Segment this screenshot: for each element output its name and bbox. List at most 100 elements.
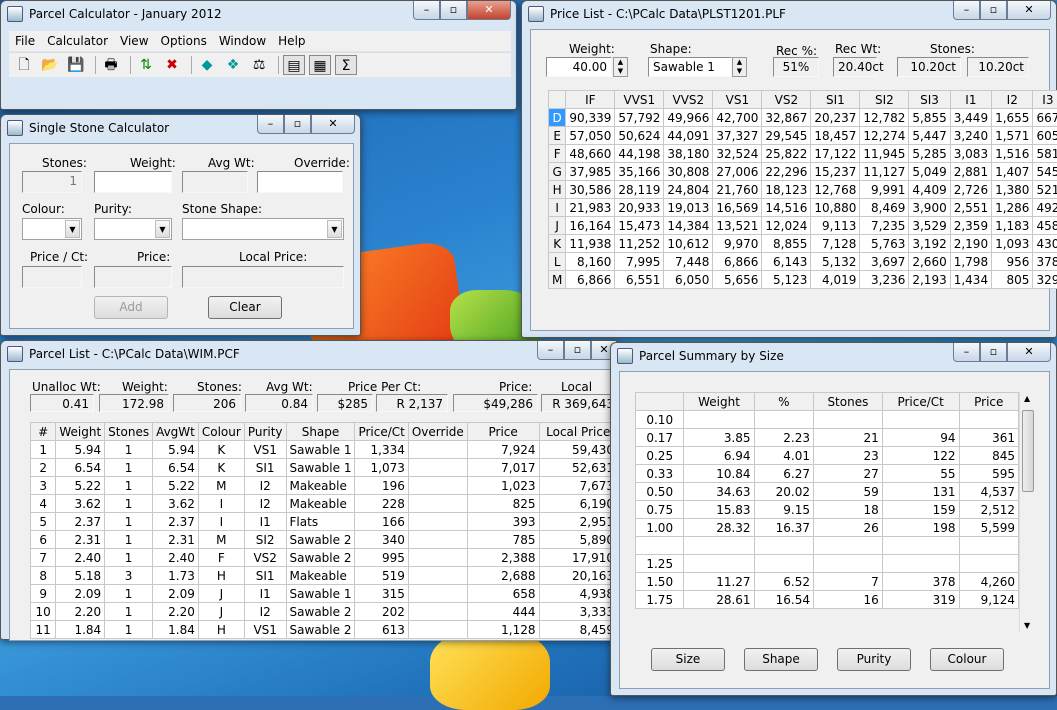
grid-cell[interactable]: 4 bbox=[31, 495, 56, 513]
grid-cell[interactable]: 658 bbox=[467, 585, 539, 603]
grid-cell[interactable]: 6.52 bbox=[754, 573, 813, 591]
menu-item[interactable]: Calculator bbox=[41, 34, 114, 48]
grid-cell[interactable]: 3,529 bbox=[909, 217, 950, 235]
grid-cell[interactable] bbox=[684, 555, 754, 573]
grid-cell[interactable]: 5.94 bbox=[56, 441, 105, 459]
grid-cell[interactable]: 9,970 bbox=[713, 235, 762, 253]
grid-cell[interactable]: 202 bbox=[355, 603, 408, 621]
grid-cell[interactable] bbox=[754, 537, 813, 555]
grid-cell[interactable]: 20,163 bbox=[539, 567, 618, 585]
grid-cell[interactable] bbox=[408, 531, 467, 549]
grid-cell[interactable]: 30,808 bbox=[664, 163, 713, 181]
grid-cell[interactable]: 1,434 bbox=[950, 271, 991, 289]
grid-column-header[interactable]: Purity bbox=[244, 423, 286, 441]
grid-cell[interactable]: 378 bbox=[1033, 253, 1057, 271]
grid-cell[interactable]: 131 bbox=[882, 483, 959, 501]
grid-cell[interactable]: Flats bbox=[286, 513, 355, 531]
grid-cell[interactable]: 1,571 bbox=[992, 127, 1033, 145]
table-row[interactable]: G37,98535,16630,80827,00622,29615,23711,… bbox=[549, 163, 1057, 181]
table-row[interactable]: F48,66044,19838,18032,52425,82217,12211,… bbox=[549, 145, 1057, 163]
grid-cell[interactable]: 1,655 bbox=[992, 109, 1033, 127]
grid-cell[interactable]: 6,143 bbox=[762, 253, 811, 271]
colour-button[interactable]: Colour bbox=[930, 648, 1004, 671]
grid-cell[interactable]: 2,512 bbox=[959, 501, 1018, 519]
grid-cell[interactable]: 166 bbox=[355, 513, 408, 531]
grid-cell[interactable]: 29,545 bbox=[762, 127, 811, 145]
grid-cell[interactable]: 1.73 bbox=[153, 567, 199, 585]
table-row[interactable]: 92.0912.09JI1Sawable 13156584,938 bbox=[31, 585, 618, 603]
grid-cell[interactable]: 6.54 bbox=[153, 459, 199, 477]
grid-cell[interactable]: 2 bbox=[31, 459, 56, 477]
grid-cell[interactable]: 22,296 bbox=[762, 163, 811, 181]
grid-column-header[interactable]: AvgWt bbox=[153, 423, 199, 441]
add-button[interactable]: Add bbox=[94, 296, 168, 319]
menu-item[interactable]: Options bbox=[155, 34, 213, 48]
minimize-button[interactable]: – bbox=[257, 115, 284, 134]
grid-cell[interactable]: Sawable 1 bbox=[286, 585, 355, 603]
grid-cell[interactable]: 1,286 bbox=[992, 199, 1033, 217]
row-header[interactable]: M bbox=[549, 271, 566, 289]
grid-cell[interactable]: 27 bbox=[813, 465, 882, 483]
grid-cell[interactable]: 1 bbox=[105, 585, 153, 603]
table-row[interactable]: 1.0028.3216.37261985,599 bbox=[636, 519, 1019, 537]
grid-cell[interactable] bbox=[959, 537, 1018, 555]
grid-cell[interactable]: 613 bbox=[355, 621, 408, 639]
grid-cell[interactable]: 430 bbox=[1033, 235, 1057, 253]
grid-cell[interactable]: 7,673 bbox=[539, 477, 618, 495]
grid-cell[interactable]: 9,124 bbox=[959, 591, 1018, 609]
row-header[interactable]: F bbox=[549, 145, 566, 163]
grid-cell[interactable] bbox=[408, 621, 467, 639]
grid-cell[interactable]: 319 bbox=[882, 591, 959, 609]
grid-cell[interactable]: 5,447 bbox=[909, 127, 950, 145]
grid-cell[interactable]: 11,252 bbox=[615, 235, 664, 253]
grid-cell[interactable]: 11.27 bbox=[684, 573, 754, 591]
grid-cell[interactable]: 1,798 bbox=[950, 253, 991, 271]
grid-cell[interactable]: 7 bbox=[31, 549, 56, 567]
grid-cell[interactable]: 24,804 bbox=[664, 181, 713, 199]
grid-cell[interactable]: 2,951 bbox=[539, 513, 618, 531]
grid-cell[interactable]: 7,235 bbox=[860, 217, 909, 235]
grid-cell[interactable]: I bbox=[198, 495, 244, 513]
grid-cell[interactable]: 28.32 bbox=[684, 519, 754, 537]
grid-column-header[interactable]: Price/Ct bbox=[355, 423, 408, 441]
grid-cell[interactable]: 28.61 bbox=[684, 591, 754, 609]
grid-cell[interactable]: 2.31 bbox=[153, 531, 199, 549]
grid-cell[interactable]: 340 bbox=[355, 531, 408, 549]
grid-cell[interactable]: 785 bbox=[467, 531, 539, 549]
close-button[interactable]: ✕ bbox=[1007, 343, 1051, 362]
grid-cell[interactable]: 1,380 bbox=[992, 181, 1033, 199]
grid-cell[interactable]: 6.27 bbox=[754, 465, 813, 483]
grid-cell[interactable]: 4,260 bbox=[959, 573, 1018, 591]
grid-cell[interactable]: 16,569 bbox=[713, 199, 762, 217]
grid-cell[interactable]: 44,198 bbox=[615, 145, 664, 163]
grid-cell[interactable]: 9.15 bbox=[754, 501, 813, 519]
grid-cell[interactable] bbox=[408, 477, 467, 495]
maximize-button[interactable]: ▫ bbox=[284, 115, 311, 134]
grid-cell[interactable]: 10.84 bbox=[684, 465, 754, 483]
grid-cell[interactable]: 1 bbox=[105, 477, 153, 495]
grid-cell[interactable]: 995 bbox=[355, 549, 408, 567]
grid-column-header[interactable]: Price bbox=[467, 423, 539, 441]
grid-cell[interactable]: 28,119 bbox=[615, 181, 664, 199]
grid-cell[interactable]: 11,945 bbox=[860, 145, 909, 163]
grid-cell[interactable]: 1,516 bbox=[992, 145, 1033, 163]
grid-column-header[interactable] bbox=[636, 393, 684, 411]
grid-cell[interactable]: 12,768 bbox=[811, 181, 860, 199]
grid-cell[interactable] bbox=[636, 537, 684, 555]
grid-cell[interactable]: 9,991 bbox=[860, 181, 909, 199]
row-header[interactable]: H bbox=[549, 181, 566, 199]
grid-cell[interactable]: 5,656 bbox=[713, 271, 762, 289]
grid-cell[interactable]: 35,166 bbox=[615, 163, 664, 181]
grid-cell[interactable]: 44,091 bbox=[664, 127, 713, 145]
grid-cell[interactable]: 0.75 bbox=[636, 501, 684, 519]
row-header[interactable]: L bbox=[549, 253, 566, 271]
table-row[interactable]: 52.3712.37II1Flats1663932,951 bbox=[31, 513, 618, 531]
grid-cell[interactable]: 57,792 bbox=[615, 109, 664, 127]
grid-cell[interactable]: 3,900 bbox=[909, 199, 950, 217]
grid-column-header[interactable]: Stones bbox=[813, 393, 882, 411]
grid-cell[interactable]: H bbox=[198, 621, 244, 639]
purity-select[interactable]: ▼ bbox=[94, 218, 172, 240]
grid-cell[interactable]: 3.62 bbox=[56, 495, 105, 513]
table-row[interactable]: 0.5034.6320.02591314,537 bbox=[636, 483, 1019, 501]
row-header[interactable]: G bbox=[549, 163, 566, 181]
